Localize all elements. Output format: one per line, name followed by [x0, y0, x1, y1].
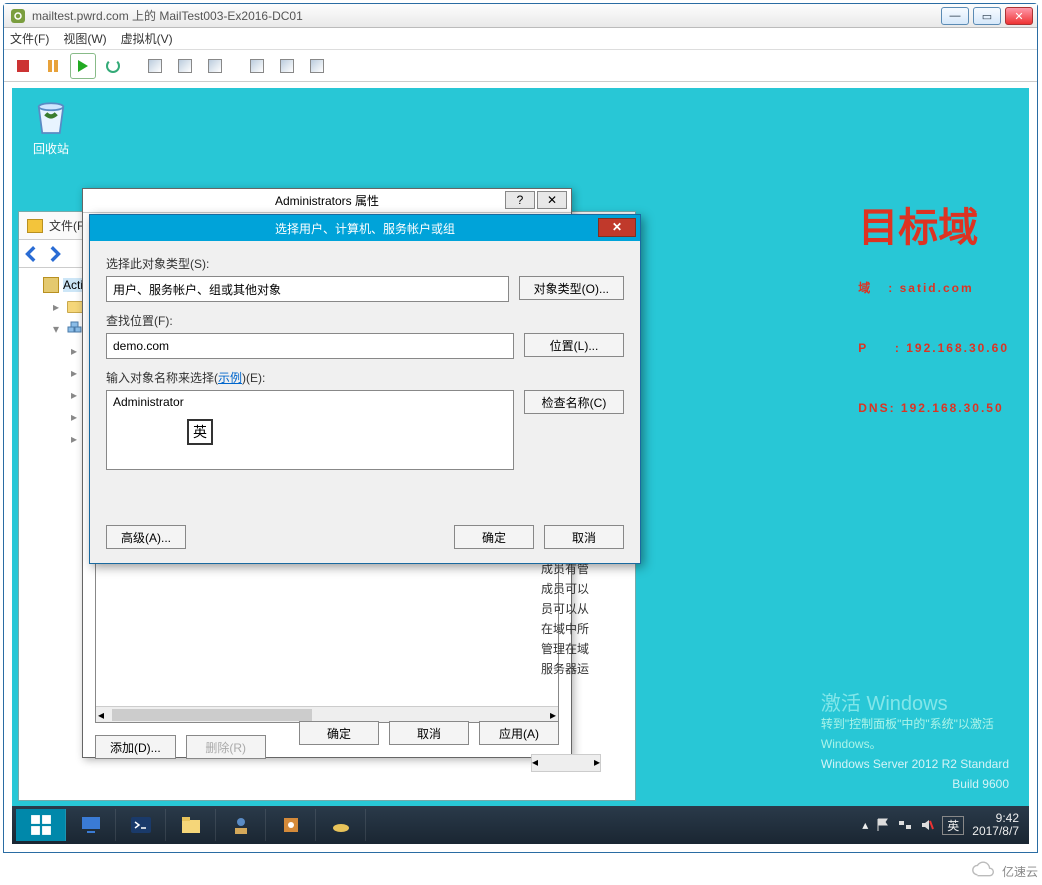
toolbar-icon-4[interactable]	[244, 53, 270, 79]
location-label: 查找位置(F):	[106, 312, 624, 329]
toolbar-icon-1[interactable]	[142, 53, 168, 79]
right-scroll[interactable]: ◂▸	[531, 754, 601, 772]
ok-button[interactable]: 确定	[454, 525, 534, 549]
target-domain-overlay: 目标域 域 : satid.com P : 192.168.30.60 DNS:…	[858, 198, 1009, 438]
recycle-bin[interactable]: 回收站	[30, 98, 72, 157]
clock[interactable]: 9:42 2017/8/7	[972, 812, 1019, 838]
recycle-label: 回收站	[30, 140, 72, 157]
vm-desktop[interactable]: 回收站 目标域 域 : satid.com P : 192.168.30.60 …	[12, 88, 1029, 844]
vsphere-toolbar	[4, 50, 1037, 82]
sound-icon[interactable]	[920, 818, 934, 832]
reset-button[interactable]	[100, 53, 126, 79]
task-server-manager[interactable]	[66, 809, 116, 841]
poweron-button[interactable]	[70, 53, 96, 79]
toolbar-icon-5[interactable]	[274, 53, 300, 79]
task-app-1[interactable]	[216, 809, 266, 841]
minimize-button[interactable]: —	[941, 7, 969, 25]
props-titlebar[interactable]: Administrators 属性 ? ✕	[83, 189, 571, 213]
task-app-3[interactable]	[316, 809, 366, 841]
locations-button[interactable]: 位置(L)...	[524, 333, 624, 357]
vsphere-menubar: 文件(F) 视图(W) 虚拟机(V)	[4, 28, 1037, 50]
cancel-button[interactable]: 取消	[544, 525, 624, 549]
location-field: demo.com	[106, 333, 514, 359]
advanced-button[interactable]: 高级(A)...	[106, 525, 186, 549]
toolbar-icon-6[interactable]	[304, 53, 330, 79]
object-names-label: 输入对象名称来选择(示例)(E):	[106, 369, 624, 386]
vsphere-title-text: mailtest.pwrd.com 上的 MailTest003-Ex2016-…	[32, 7, 303, 24]
task-app-2[interactable]	[266, 809, 316, 841]
tray-icon-up[interactable]: ▴	[862, 818, 868, 832]
task-powershell[interactable]	[116, 809, 166, 841]
ime-button[interactable]: 英	[942, 816, 964, 835]
object-type-field: 用户、服务帐户、组或其他对象	[106, 276, 509, 302]
windows-watermark: 激活 Windows 转到"控制面板"中的"系统"以激活 Windows。 Wi…	[821, 694, 1009, 794]
target-title: 目标域	[858, 198, 1009, 258]
object-type-label: 选择此对象类型(S):	[106, 255, 624, 272]
back-icon[interactable]	[23, 245, 41, 263]
taskbar[interactable]: ▴ 英 9:42 2017/8/7	[12, 806, 1029, 844]
description-text: 成员有管成员可以员可以从 在域中所管理在域服务器运	[541, 559, 601, 679]
apply-button[interactable]: 应用(A)	[479, 721, 559, 745]
vsphere-icon	[10, 8, 26, 24]
menu-file[interactable]: 文件(F)	[10, 30, 49, 47]
system-tray[interactable]: ▴ 英 9:42 2017/8/7	[862, 812, 1025, 838]
check-names-button[interactable]: 检查名称(C)	[524, 390, 624, 414]
props-title-text: Administrators 属性	[275, 192, 379, 209]
ime-indicator: 英	[187, 419, 213, 445]
menu-vm[interactable]: 虚拟机(V)	[121, 30, 173, 47]
vsphere-titlebar[interactable]: mailtest.pwrd.com 上的 MailTest003-Ex2016-…	[4, 4, 1037, 28]
task-explorer[interactable]	[166, 809, 216, 841]
remove-button: 删除(R)	[186, 735, 266, 759]
object-types-button[interactable]: 对象类型(O)...	[519, 276, 624, 300]
cancel-button[interactable]: 取消	[389, 721, 469, 745]
select-objects-dialog[interactable]: 选择用户、计算机、服务帐户或组 ✕ 选择此对象类型(S): 用户、服务帐户、组或…	[89, 214, 641, 564]
start-button[interactable]	[16, 809, 66, 841]
vsphere-window: mailtest.pwrd.com 上的 MailTest003-Ex2016-…	[3, 3, 1038, 853]
forward-icon[interactable]	[45, 245, 63, 263]
toolbar-icon-3[interactable]	[202, 53, 228, 79]
example-link[interactable]: 示例	[218, 371, 242, 385]
seldlg-title-text: 选择用户、计算机、服务帐户或组	[275, 220, 455, 237]
ok-button[interactable]: 确定	[299, 721, 379, 745]
help-button[interactable]: ?	[505, 191, 535, 209]
scrollbar-horizontal[interactable]: ◂▸	[96, 706, 558, 722]
close-button[interactable]: ✕	[1005, 7, 1033, 25]
toolbar-icon-2[interactable]	[172, 53, 198, 79]
flag-icon[interactable]	[876, 818, 890, 832]
network-icon[interactable]	[898, 818, 912, 832]
suspend-button[interactable]	[40, 53, 66, 79]
maximize-button[interactable]: ▭	[973, 7, 1001, 25]
site-watermark: 亿速云	[970, 861, 1038, 881]
object-names-input[interactable]: Administrator 英	[106, 390, 514, 470]
poweroff-button[interactable]	[10, 53, 36, 79]
menu-view[interactable]: 视图(W)	[63, 30, 106, 47]
seldlg-titlebar[interactable]: 选择用户、计算机、服务帐户或组 ✕	[90, 215, 640, 241]
add-button[interactable]: 添加(D)...	[95, 735, 176, 759]
close-button[interactable]: ✕	[537, 191, 567, 209]
close-button[interactable]: ✕	[598, 218, 636, 237]
